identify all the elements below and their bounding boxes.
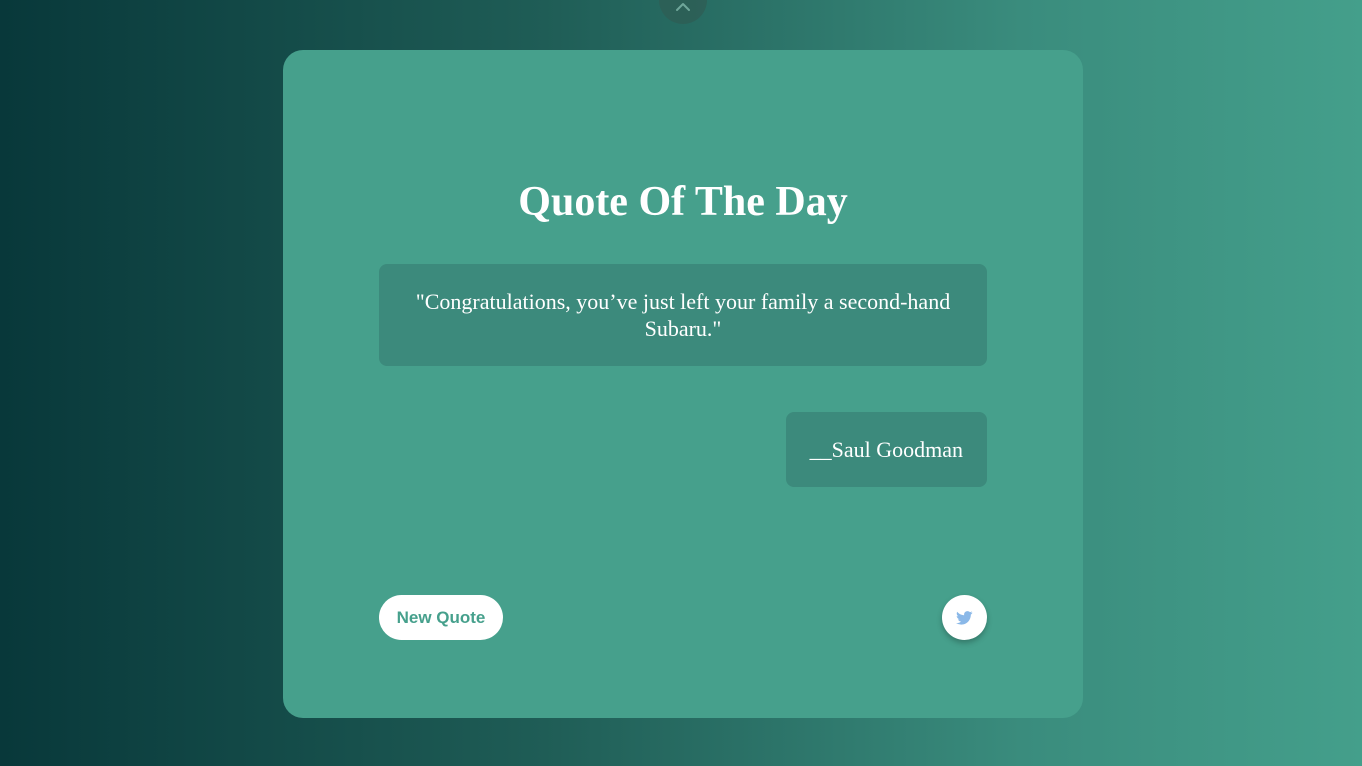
author-box: __Saul Goodman [785,412,987,487]
quote-author: __Saul Goodman [809,436,963,462]
quote-card: Quote Of The Day "Congratulations, you’v… [283,50,1083,718]
chevron-up-icon [676,3,690,11]
quote-text: "Congratulations, you’ve just left your … [415,289,951,341]
page-title: Quote Of The Day [518,179,848,225]
new-quote-button[interactable]: New Quote [379,595,503,640]
twitter-icon [956,610,973,625]
collapse-toggle-button[interactable] [659,0,707,24]
tweet-button[interactable] [942,595,987,640]
quote-box: "Congratulations, you’ve just left your … [379,264,987,366]
